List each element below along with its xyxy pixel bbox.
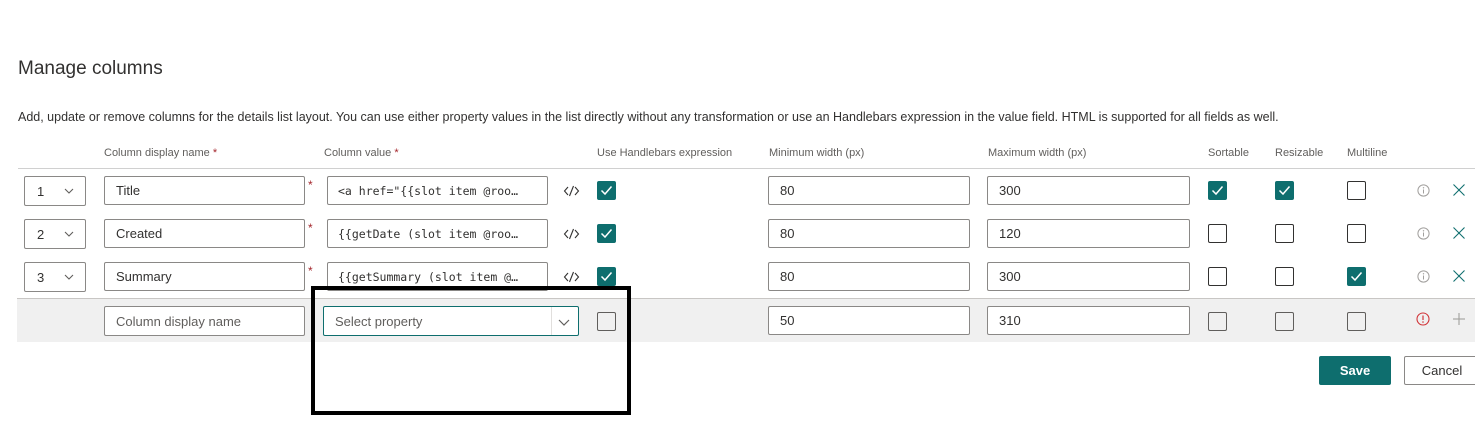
max-width-input[interactable]: 300 [987,262,1190,291]
new-resizable-checkbox[interactable] [1275,312,1294,331]
handlebars-checkbox[interactable] [597,181,616,200]
header-max-width: Maximum width (px) [988,147,1087,159]
info-icon[interactable] [1415,225,1431,241]
add-column-icon[interactable] [1451,311,1467,327]
order-dropdown[interactable]: 2 [24,219,86,249]
remove-column-icon[interactable] [1451,225,1467,241]
max-width-input[interactable]: 300 [987,176,1190,205]
header-sortable: Sortable [1208,147,1249,159]
header-multiline: Multiline [1347,147,1388,159]
order-dropdown[interactable]: 1 [24,176,86,206]
order-dropdown[interactable]: 3 [24,262,86,292]
header-handlebars: Use Handlebars expression [597,147,733,159]
min-width-input[interactable]: 80 [768,262,970,291]
new-sortable-checkbox[interactable] [1208,312,1227,331]
multiline-checkbox[interactable] [1347,181,1366,200]
column-value-input[interactable]: <a href="{{slot item @roo… [327,176,548,205]
sortable-checkbox[interactable] [1208,267,1227,286]
min-width-input[interactable]: 80 [768,219,970,248]
resizable-checkbox[interactable] [1275,267,1294,286]
remove-column-icon[interactable] [1451,182,1467,198]
order-value: 3 [37,269,45,285]
header-column-value: Column value * [324,147,399,159]
highlight-box [311,286,631,415]
multiline-checkbox[interactable] [1347,267,1366,286]
header-min-width: Minimum width (px) [769,147,865,159]
new-column-name-input[interactable]: Column display name [104,306,305,336]
header-display-name: Column display name * [104,147,218,159]
new-multiline-checkbox[interactable] [1347,312,1366,331]
code-edit-icon[interactable] [562,182,580,200]
chevron-down-icon [64,188,74,194]
header-divider [18,168,1475,169]
order-value: 1 [37,183,45,199]
page-title: Manage columns [18,58,163,79]
column-name-input[interactable]: Created [104,219,305,248]
required-indicator: * [308,221,313,235]
new-min-width-input[interactable]: 50 [768,306,970,335]
chevron-down-icon [64,231,74,237]
code-edit-icon[interactable] [562,225,580,243]
min-width-input[interactable]: 80 [768,176,970,205]
multiline-checkbox[interactable] [1347,224,1366,243]
sortable-checkbox[interactable] [1208,224,1227,243]
required-indicator: * [308,264,313,278]
chevron-down-icon [64,274,74,280]
order-value: 2 [37,226,45,242]
column-name-input[interactable]: Title [104,176,305,205]
remove-column-icon[interactable] [1451,268,1467,284]
max-width-input[interactable]: 120 [987,219,1190,248]
info-icon[interactable] [1415,182,1431,198]
sortable-checkbox[interactable] [1208,181,1227,200]
new-max-width-input[interactable]: 310 [987,306,1190,335]
save-button[interactable]: Save [1319,356,1391,385]
error-icon [1415,311,1431,327]
info-icon[interactable] [1415,268,1431,284]
resizable-checkbox[interactable] [1275,181,1294,200]
column-name-input[interactable]: Summary [104,262,305,291]
column-value-input[interactable]: {{getDate (slot item @roo… [327,219,548,248]
required-indicator: * [308,178,313,192]
resizable-checkbox[interactable] [1275,224,1294,243]
header-resizable: Resizable [1275,147,1324,159]
handlebars-checkbox[interactable] [597,267,616,286]
page-description: Add, update or remove columns for the de… [18,110,1279,124]
handlebars-checkbox[interactable] [597,224,616,243]
cancel-button[interactable]: Cancel [1404,356,1475,385]
code-edit-icon[interactable] [562,268,580,286]
